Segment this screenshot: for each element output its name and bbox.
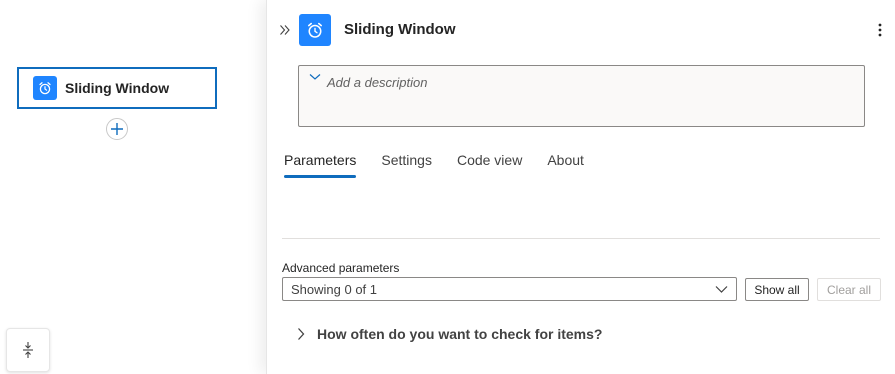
more-options-button[interactable]: [873, 20, 887, 40]
description-placeholder: Add a description: [327, 75, 428, 90]
chevron-down-icon: [715, 286, 728, 293]
alarm-clock-icon: [33, 76, 57, 100]
fit-vertical-icon: [23, 342, 33, 358]
chevron-right-icon: [295, 326, 307, 342]
tab-code-view[interactable]: Code view: [457, 152, 522, 178]
node-title: Sliding Window: [65, 80, 170, 96]
plus-icon: [111, 123, 123, 135]
more-vertical-icon: [878, 23, 882, 37]
tab-settings[interactable]: Settings: [381, 152, 432, 178]
details-panel: Sliding Window Add a description Paramet…: [266, 0, 895, 374]
fit-view-button[interactable]: [6, 328, 50, 372]
dropdown-value: Showing 0 of 1: [291, 281, 378, 297]
section-label: How often do you want to check for items…: [317, 326, 603, 342]
designer-canvas: Sliding Window: [0, 0, 266, 374]
alarm-clock-icon: [299, 14, 331, 46]
sliding-window-node[interactable]: Sliding Window: [17, 67, 217, 109]
collapse-panel-button[interactable]: [275, 20, 295, 40]
check-frequency-section[interactable]: How often do you want to check for items…: [295, 326, 602, 342]
add-step-button[interactable]: [106, 118, 128, 140]
advanced-parameters-dropdown[interactable]: Showing 0 of 1: [282, 277, 737, 301]
description-field[interactable]: Add a description: [298, 65, 865, 127]
double-chevron-right-icon: [280, 25, 290, 35]
show-all-button[interactable]: Show all: [745, 278, 809, 301]
divider: [282, 238, 880, 239]
advanced-parameters-label: Advanced parameters: [282, 261, 400, 275]
tab-parameters[interactable]: Parameters: [284, 152, 357, 178]
panel-tabs: Parameters Settings Code view About: [284, 152, 609, 178]
panel-title[interactable]: Sliding Window: [344, 21, 456, 38]
chevron-down-icon: [309, 74, 321, 80]
clear-all-button[interactable]: Clear all: [817, 278, 881, 301]
tab-about[interactable]: About: [547, 152, 584, 178]
